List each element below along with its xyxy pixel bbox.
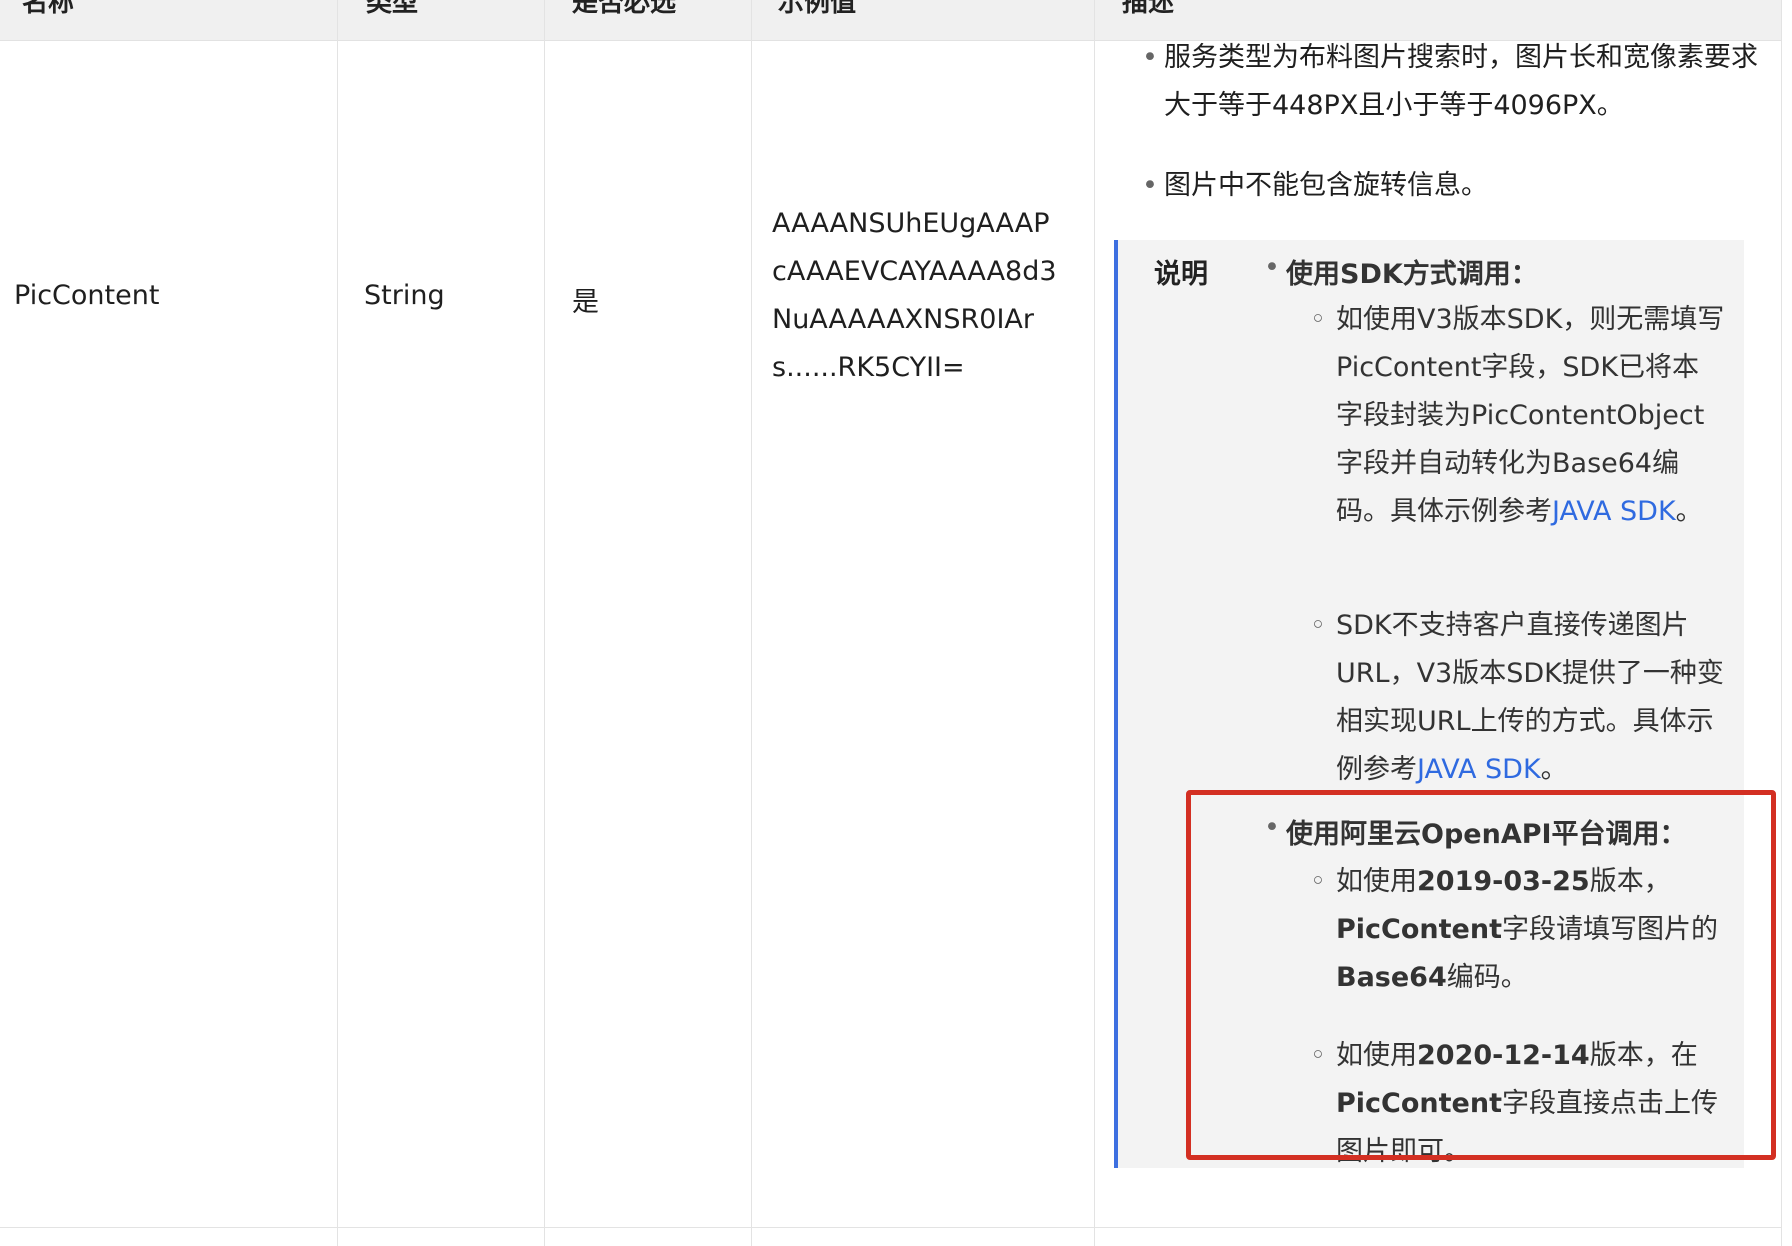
- java-sdk-link[interactable]: JAVA SDK: [1552, 496, 1676, 527]
- column-divider: [337, 0, 338, 1246]
- header-col-description: 描述: [1122, 0, 1175, 18]
- sdk-item-v3-end: 。: [1675, 496, 1703, 527]
- highlight-box: [1186, 790, 1776, 1160]
- param-name: PicContent: [14, 280, 160, 311]
- header-col-example: 示例值: [778, 0, 857, 18]
- column-divider: [1094, 0, 1095, 1246]
- sdk-item-v3: 如使用V3版本SDK，则无需填写PicContent字段，SDK已将本字段封装为…: [1310, 296, 1726, 536]
- param-type: String: [364, 280, 445, 311]
- sdk-section-title: 使用SDK方式调用：: [1264, 252, 1538, 291]
- java-sdk-link[interactable]: JAVA SDK: [1417, 754, 1541, 785]
- column-divider: [751, 0, 752, 1246]
- header-col-name: 名称: [22, 0, 75, 18]
- sdk-item-url-end: 。: [1540, 754, 1568, 785]
- header-col-required: 是否必选: [572, 0, 677, 18]
- row-divider: [0, 1227, 1781, 1228]
- sdk-item-v3-text: 如使用V3版本SDK，则无需填写PicContent字段，SDK已将本字段封装为…: [1336, 304, 1725, 527]
- header-col-type: 类型: [366, 0, 419, 18]
- sdk-item-url: SDK不支持客户直接传递图片URL，V3版本SDK提供了一种变相实现URL上传的…: [1310, 602, 1726, 794]
- note-label: 说明: [1154, 259, 1208, 290]
- description-bullets: 服务类型为布料图片搜索时，图片长和宽像素要求大于等于448PX且小于等于4096…: [1142, 34, 1764, 210]
- column-divider: [544, 0, 545, 1246]
- param-example: AAAANSUhEUgAAAPcAAAEVCAYAAAA8d3NuAAAAAXN…: [772, 208, 1057, 383]
- param-required: 是: [572, 287, 599, 318]
- description-bullet: 服务类型为布料图片搜索时，图片长和宽像素要求大于等于448PX且小于等于4096…: [1142, 34, 1764, 130]
- column-divider: [1781, 0, 1782, 1246]
- description-bullet: 图片中不能包含旋转信息。: [1142, 162, 1764, 210]
